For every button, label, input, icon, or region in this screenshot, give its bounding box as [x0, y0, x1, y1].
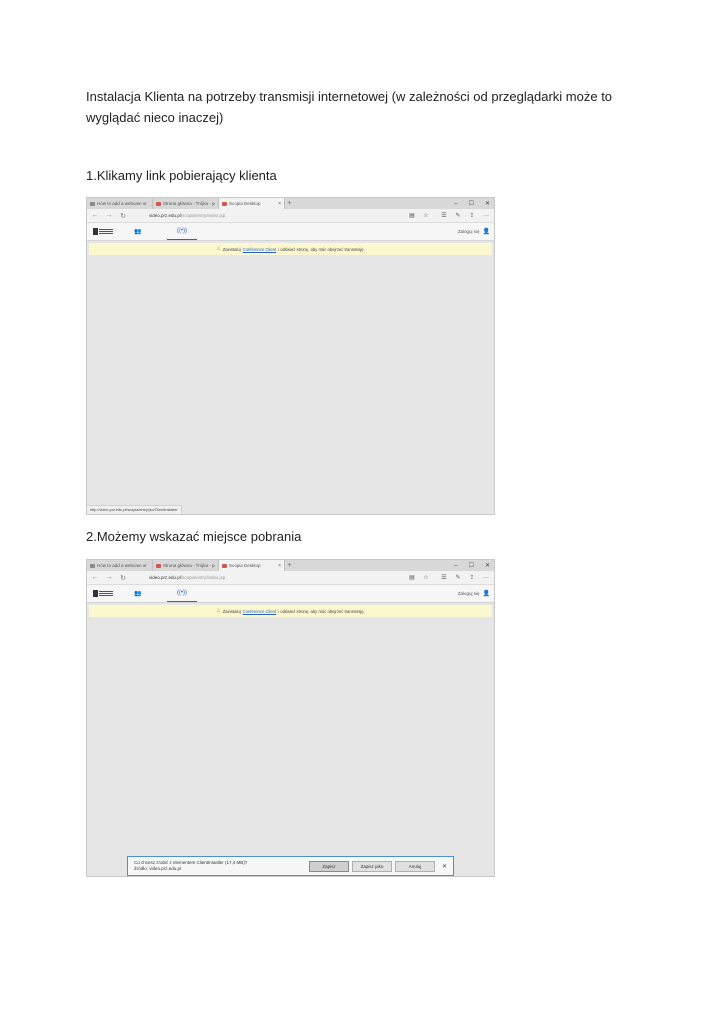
- browser-tab[interactable]: Strona główna - Trójka - po: [153, 560, 219, 571]
- browser-tab-bar: How to add a webcam or Strona główna - T…: [87, 198, 494, 209]
- conference-client-link[interactable]: Conference Client: [243, 247, 277, 252]
- notice-text-before: Zainstaluj: [222, 246, 241, 252]
- tab-favicon-icon: [90, 563, 95, 568]
- people-icon[interactable]: 👥: [133, 590, 143, 597]
- tab-label: Scopia Desktop: [229, 563, 261, 568]
- url-field[interactable]: video.prz.edu.pl/scopia/entry/index.jsp: [133, 574, 402, 582]
- forward-icon[interactable]: →: [105, 574, 113, 581]
- download-prompt: Co chcesz zrobić z elementem ClientInsta…: [127, 856, 454, 876]
- browser-tab-bar: How to add a webcam or Strona główna - T…: [87, 560, 494, 571]
- web-note-icon[interactable]: ✎: [454, 212, 462, 219]
- new-tab-button[interactable]: +: [285, 198, 294, 209]
- more-icon[interactable]: ···: [482, 213, 490, 219]
- back-icon[interactable]: ←: [91, 574, 99, 581]
- more-icon[interactable]: ···: [482, 575, 490, 581]
- login-label: Zaloguj się: [457, 229, 480, 234]
- login-label: Zaloguj się: [457, 591, 480, 596]
- tab-favicon-icon: [90, 201, 95, 206]
- live-broadcast-icon[interactable]: ((•)): [167, 223, 197, 240]
- save-as-button[interactable]: Zapisz jako: [351, 860, 392, 872]
- refresh-icon[interactable]: ↻: [119, 574, 127, 582]
- back-icon[interactable]: ←: [91, 212, 99, 219]
- university-logo-icon: [93, 590, 115, 598]
- browser-tab[interactable]: How to add a webcam or: [87, 560, 153, 571]
- hub-icon[interactable]: ☰: [440, 212, 448, 219]
- live-broadcast-icon[interactable]: ((•)): [167, 585, 197, 602]
- address-bar: ← → ↻ video.prz.edu.pl/scopia/entry/inde…: [87, 571, 494, 585]
- warning-icon: ⚠: [216, 608, 221, 614]
- notice-text-after: i odśwież stronę, aby móc obejrzeć trans…: [278, 246, 365, 252]
- tab-label: How to add a webcam or: [97, 563, 147, 568]
- url-host: video.prz.edu.pl: [149, 213, 181, 218]
- person-icon: 👤: [482, 591, 490, 597]
- maximize-icon[interactable]: ☐: [469, 200, 474, 207]
- url-field[interactable]: video.prz.edu.pl/scopia/entry/index.jsp: [133, 212, 402, 220]
- people-icon[interactable]: 👥: [133, 228, 143, 235]
- download-source: Źródło: video.prz.edu.pl: [134, 866, 182, 871]
- refresh-icon[interactable]: ↻: [119, 212, 127, 220]
- share-icon[interactable]: ⇪: [468, 212, 476, 219]
- install-notice: ⚠ Zainstaluj Conference Client i odśwież…: [89, 605, 492, 617]
- cancel-button[interactable]: Anuluj: [394, 860, 435, 872]
- tab-label: Strona główna - Trójka - po: [163, 563, 215, 568]
- address-bar: ← → ↻ video.prz.edu.pl/scopia/entry/inde…: [87, 209, 494, 223]
- conference-client-link[interactable]: Conference Client: [243, 609, 277, 614]
- step-2-heading: 2.Możemy wskazać miejsce pobrania: [86, 529, 302, 544]
- browser-tab-active[interactable]: Scopia Desktop ×: [219, 198, 285, 209]
- warning-icon: ⚠: [216, 246, 221, 252]
- close-window-icon[interactable]: ✕: [485, 562, 490, 569]
- minimize-icon[interactable]: –: [454, 563, 457, 569]
- close-window-icon[interactable]: ✕: [485, 200, 490, 207]
- window-controls: – ☐ ✕: [454, 560, 490, 571]
- reading-view-icon[interactable]: ▤: [408, 574, 416, 581]
- minimize-icon[interactable]: –: [454, 201, 457, 207]
- browser-tab-active[interactable]: Scopia Desktop ×: [219, 560, 285, 571]
- intro-text: Instalacja Klienta na potrzeby transmisj…: [86, 89, 613, 125]
- favorite-star-icon[interactable]: ☆: [422, 212, 430, 219]
- site-header: 👥 ((•)) Zaloguj się 👤: [87, 223, 494, 241]
- tab-close-icon[interactable]: ×: [278, 201, 281, 207]
- hub-icon[interactable]: ☰: [440, 574, 448, 581]
- notice-text-after: i odśwież stronę, aby móc obejrzeć trans…: [278, 608, 365, 614]
- share-icon[interactable]: ⇪: [468, 574, 476, 581]
- url-host: video.prz.edu.pl: [149, 575, 181, 580]
- screenshot-step-2: How to add a webcam or Strona główna - T…: [86, 559, 495, 877]
- screenshot-step-1: How to add a webcam or Strona główna - T…: [86, 197, 495, 515]
- save-button[interactable]: Zapisz: [308, 860, 349, 872]
- tab-close-icon[interactable]: ×: [278, 563, 281, 569]
- forward-icon[interactable]: →: [105, 212, 113, 219]
- university-logo-icon: [93, 228, 115, 236]
- status-url: http://video.prz.edu.pl/scopia/entry/jsc…: [87, 505, 182, 514]
- install-notice: ⚠ Zainstaluj Conference Client i odśwież…: [89, 243, 492, 255]
- step-1-heading: 1.Klikamy link pobierający klienta: [86, 168, 277, 183]
- person-icon: 👤: [482, 229, 490, 235]
- url-path: /scopia/entry/index.jsp: [180, 575, 226, 580]
- download-prompt-text: Co chcesz zrobić z elementem ClientInsta…: [134, 860, 306, 872]
- maximize-icon[interactable]: ☐: [469, 562, 474, 569]
- web-note-icon[interactable]: ✎: [454, 574, 462, 581]
- close-prompt-icon[interactable]: ✕: [442, 863, 447, 870]
- tab-label: Strona główna - Trójka - po: [163, 201, 215, 206]
- reading-view-icon[interactable]: ▤: [408, 212, 416, 219]
- tab-favicon-icon: [222, 563, 227, 568]
- tab-favicon-icon: [156, 563, 161, 568]
- notice-text-before: Zainstaluj: [222, 608, 241, 614]
- tab-label: How to add a webcam or: [97, 201, 147, 206]
- url-path: /scopia/entry/index.jsp: [180, 213, 226, 218]
- tab-favicon-icon: [222, 201, 227, 206]
- login-link[interactable]: Zaloguj się 👤: [458, 585, 490, 602]
- favorite-star-icon[interactable]: ☆: [422, 574, 430, 581]
- new-tab-button[interactable]: +: [285, 560, 294, 571]
- browser-tab[interactable]: How to add a webcam or: [87, 198, 153, 209]
- login-link[interactable]: Zaloguj się 👤: [458, 223, 490, 240]
- tab-favicon-icon: [156, 201, 161, 206]
- tab-label: Scopia Desktop: [229, 201, 261, 206]
- browser-tab[interactable]: Strona główna - Trójka - po: [153, 198, 219, 209]
- site-header: 👥 ((•)) Zaloguj się 👤: [87, 585, 494, 603]
- window-controls: – ☐ ✕: [454, 198, 490, 209]
